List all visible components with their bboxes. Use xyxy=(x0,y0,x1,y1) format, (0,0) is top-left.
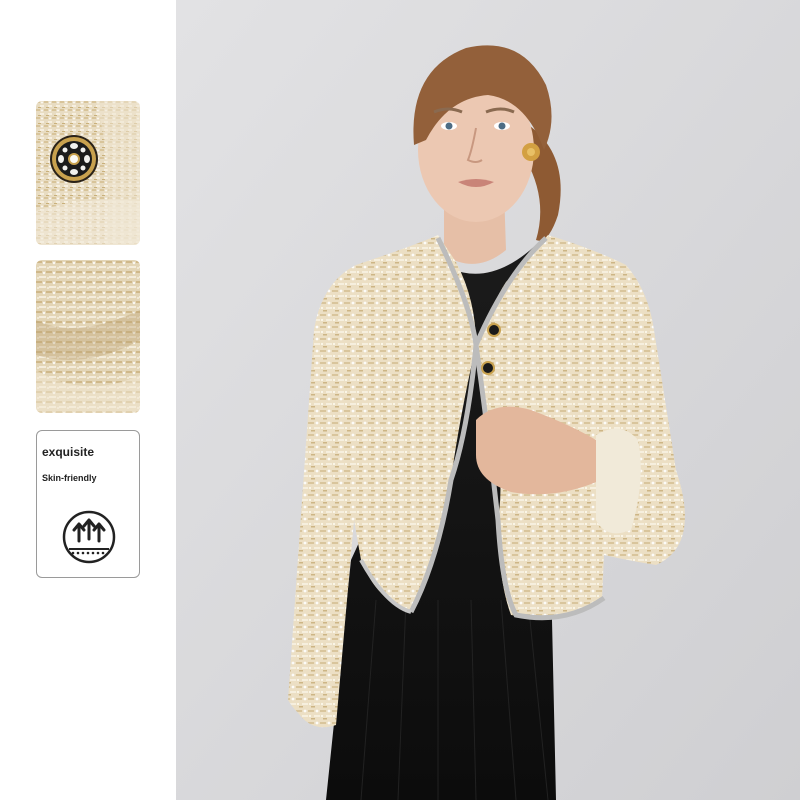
product-photo xyxy=(176,0,800,800)
detail-panel: exquisite Skin-friendly xyxy=(0,0,176,800)
feature-card: exquisite Skin-friendly xyxy=(36,430,140,578)
feature-title: exquisite xyxy=(42,445,95,459)
feature-subtitle: Skin-friendly xyxy=(42,473,97,483)
button-closeup-thumbnail[interactable] xyxy=(36,101,140,245)
breathable-arrows-icon xyxy=(62,510,116,564)
fabric-closeup-thumbnail[interactable] xyxy=(36,260,140,413)
